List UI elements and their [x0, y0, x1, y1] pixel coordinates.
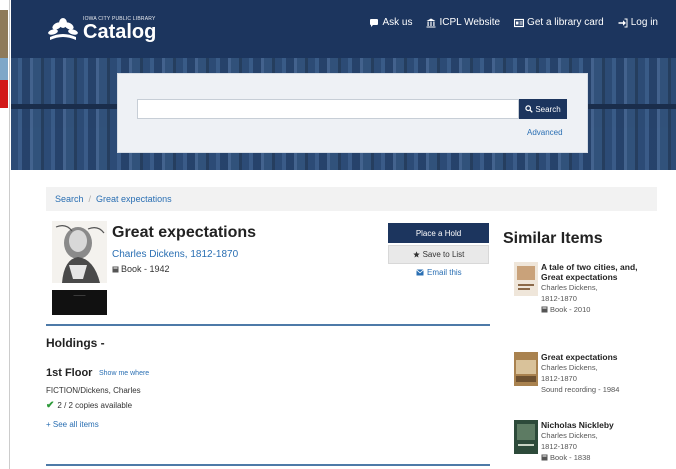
catalog-logo[interactable]: IOWA CITY PUBLIC LIBRARY Catalog [47, 15, 156, 43]
book-cover-image[interactable] [52, 221, 107, 283]
nav-icpl-website[interactable]: ICPL Website [426, 17, 500, 28]
envelope-icon [416, 269, 424, 276]
building-icon [426, 18, 436, 27]
page: IOWA CITY PUBLIC LIBRARY Catalog Ask us … [0, 0, 676, 469]
advanced-search-link[interactable]: Advanced [527, 128, 563, 137]
similar-item-format-label: Sound recording - 1984 [541, 385, 620, 394]
similar-item-cover[interactable] [514, 352, 538, 386]
see-all-items-link[interactable]: + See all items [46, 420, 99, 429]
chat-icon [370, 18, 379, 27]
similar-item-title[interactable]: A tale of two cities, and, Great expecta… [541, 262, 641, 282]
availability-label: 2 / 2 copies available [57, 401, 133, 410]
similar-item-format-label: Book - 1838 [550, 453, 591, 462]
record-format: Book - 1942 [112, 264, 170, 274]
similar-item-format-label: Book - 2010 [550, 305, 591, 314]
library-name: IOWA CITY PUBLIC LIBRARY [83, 16, 156, 22]
similar-items-heading: Similar Items [503, 230, 603, 247]
similar-item-dates: 1812-1870 [541, 294, 577, 303]
search-panel: Search Advanced [117, 73, 588, 153]
nav-log-in-label: Log in [630, 17, 658, 28]
similar-item-format: Book - 1838 [541, 452, 641, 463]
nav-get-library-card-label: Get a library card [527, 17, 604, 28]
login-icon [618, 18, 628, 27]
similar-item[interactable]: Nicholas Nickleby Charles Dickens, 1812-… [514, 420, 654, 469]
checkmark-icon: ✔ [46, 400, 55, 411]
breadcrumb-search[interactable]: Search [55, 194, 84, 204]
nav-ask-us-label: Ask us [382, 17, 413, 28]
nav-get-library-card[interactable]: Get a library card [514, 17, 604, 28]
similar-item-format: Book - 2010 [541, 304, 641, 315]
breadcrumb-separator: / [88, 194, 92, 204]
similar-item-dates: 1812-1870 [541, 442, 577, 451]
app-title: Catalog [83, 21, 157, 43]
similar-item-cover[interactable] [514, 420, 538, 454]
star-icon [412, 251, 420, 258]
search-button-label: Search [535, 104, 561, 114]
similar-item-title[interactable]: Nicholas Nickleby [541, 420, 641, 430]
similar-item[interactable]: Great expectations Charles Dickens, 1812… [514, 352, 654, 402]
similar-item-author[interactable]: Charles Dickens, [541, 430, 641, 441]
place-hold-button[interactable]: Place a Hold [388, 223, 489, 243]
save-to-list-label: Save to List [422, 250, 465, 259]
record-title: Great expectations [112, 224, 257, 241]
book-icon [541, 306, 548, 313]
show-me-where-link[interactable]: Show me where [99, 370, 149, 377]
book-icon [112, 266, 119, 272]
library-logo-icon [48, 18, 78, 40]
similar-item[interactable]: A tale of two cities, and, Great expecta… [514, 262, 654, 332]
similar-item-author[interactable]: Charles Dickens, [541, 362, 641, 373]
similar-item-author[interactable]: Charles Dickens, [541, 282, 641, 293]
record-author-link[interactable]: Charles Dickens, 1812-1870 [112, 249, 238, 260]
section-divider [46, 324, 490, 326]
site-header: IOWA CITY PUBLIC LIBRARY Catalog Ask us … [11, 0, 676, 170]
search-button[interactable]: Search [519, 99, 567, 119]
nav-icpl-website-label: ICPL Website [439, 17, 501, 28]
section-divider-bottom [46, 464, 490, 466]
breadcrumb: Search / Great expectations [46, 187, 657, 211]
similar-item-title[interactable]: Great expectations [541, 352, 641, 362]
holdings-heading[interactable]: Holdings - [46, 336, 105, 350]
record-format-label: Book - 1942 [121, 264, 170, 274]
email-this-label: Email this [427, 268, 462, 277]
availability-status: ✔ 2 / 2 copies available [46, 400, 132, 411]
similar-item-cover[interactable] [514, 262, 538, 296]
similar-item-dates: 1812-1870 [541, 374, 577, 383]
save-to-list-button[interactable]: Save to List [388, 245, 489, 264]
book-cover-secondary: ―――― [52, 290, 107, 315]
email-this-link[interactable]: Email this [416, 268, 462, 277]
call-number: FICTION/Dickens, Charles [46, 386, 141, 395]
left-window-edge [0, 0, 10, 469]
search-icon [525, 105, 534, 113]
holding-location: 1st Floor [46, 367, 93, 379]
nav-ask-us[interactable]: Ask us [369, 17, 412, 28]
book-icon [541, 454, 548, 461]
card-icon [514, 18, 525, 27]
nav-log-in[interactable]: Log in [618, 17, 658, 28]
top-navigation: Ask us ICPL Website Get a library card L… [369, 17, 658, 28]
breadcrumb-current[interactable]: Great expectations [96, 194, 172, 204]
search-input[interactable] [137, 99, 519, 119]
